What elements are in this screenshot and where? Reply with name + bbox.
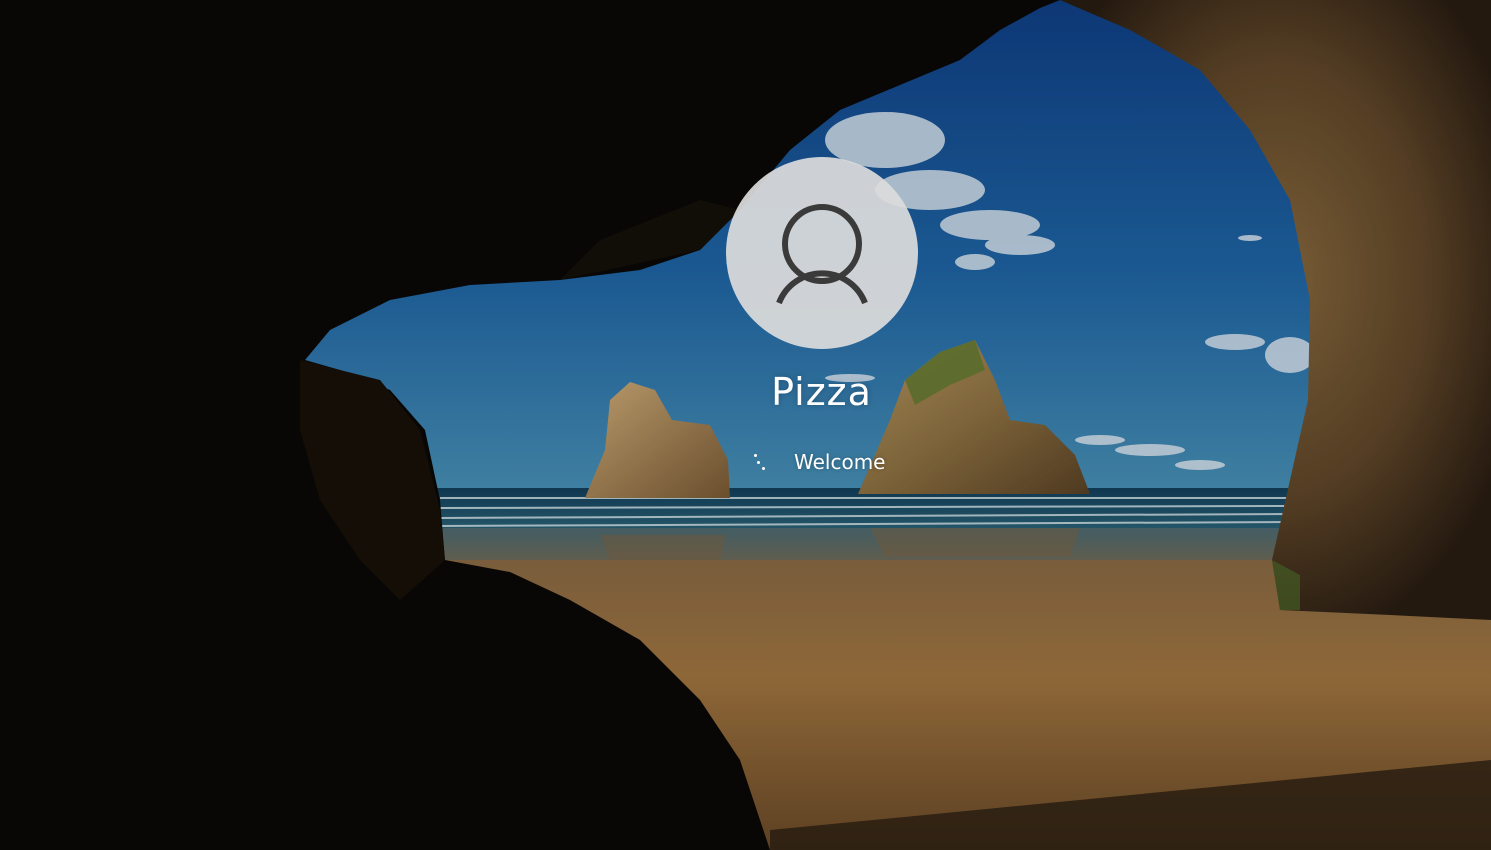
user-avatar[interactable] [726,157,918,349]
wallpaper-background [0,0,1491,850]
user-silhouette-icon [776,204,868,305]
lock-screen: Pizza Welcome [0,0,1491,850]
